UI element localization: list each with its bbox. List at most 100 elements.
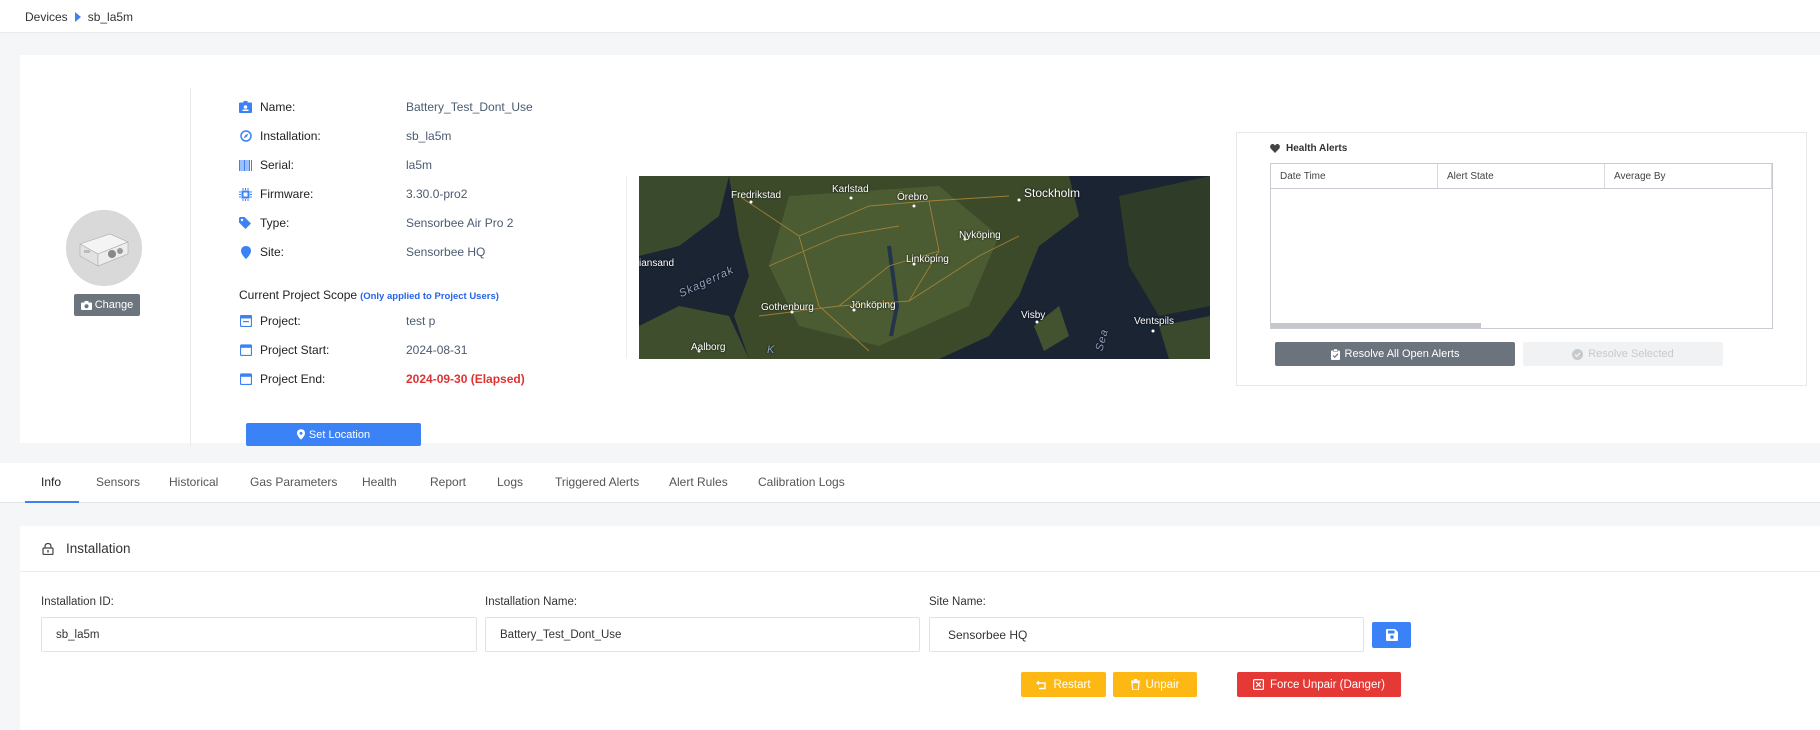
resolve-all-label: Resolve All Open Alerts bbox=[1344, 348, 1460, 360]
installation-title: Installation bbox=[66, 541, 131, 556]
map-label-kristiansand: iansand bbox=[639, 258, 675, 269]
location-map[interactable]: Stockholm Karlstad Örebro Fredrikstad Ny… bbox=[639, 176, 1210, 359]
health-alerts-title-text: Health Alerts bbox=[1286, 143, 1348, 154]
info-row-project-end: Project End: 2024-09-30 (Elapsed) bbox=[239, 370, 525, 388]
tab-triggered-alerts[interactable]: Triggered Alerts bbox=[555, 475, 639, 489]
site-value: Sensorbee HQ bbox=[406, 245, 486, 259]
unpair-label: Unpair bbox=[1145, 678, 1180, 691]
save-button[interactable] bbox=[1372, 622, 1411, 648]
info-row-installation: Installation: sb_la5m bbox=[239, 127, 451, 145]
site-name-input[interactable] bbox=[929, 617, 1364, 652]
device-image-icon bbox=[66, 210, 142, 286]
divider bbox=[190, 88, 191, 446]
tab-bar: Info Sensors Historical Gas Parameters H… bbox=[0, 463, 1820, 503]
map-label-visby: Visby bbox=[1021, 310, 1046, 321]
map-label-karlstad: Karlstad bbox=[832, 184, 869, 195]
breadcrumb-current: sb_la5m bbox=[87, 10, 134, 24]
site-name-label: Site Name: bbox=[929, 596, 986, 608]
chip-icon bbox=[239, 187, 252, 201]
map-label-orebro: Örebro bbox=[897, 192, 929, 203]
calendar-icon bbox=[239, 344, 252, 357]
map-label-linkoping: Linköping bbox=[906, 254, 949, 265]
unpair-button[interactable]: Unpair bbox=[1113, 672, 1197, 697]
calendar-icon bbox=[239, 373, 252, 386]
project-start-value: 2024-08-31 bbox=[406, 343, 468, 357]
tab-logs[interactable]: Logs bbox=[497, 475, 523, 489]
map-label-k: K bbox=[767, 344, 776, 356]
heart-icon bbox=[1270, 144, 1280, 153]
map-pin-icon bbox=[296, 429, 305, 440]
installation-card-header bbox=[20, 526, 1820, 572]
tag-icon bbox=[239, 217, 252, 230]
horizontal-scrollbar[interactable] bbox=[1271, 323, 1481, 328]
installation-id-input[interactable] bbox=[41, 617, 477, 652]
tab-sensors[interactable]: Sensors bbox=[96, 475, 140, 489]
breadcrumb-caret-icon bbox=[74, 12, 81, 22]
map-label-gothenburg: Gothenburg bbox=[761, 302, 814, 313]
tab-report[interactable]: Report bbox=[430, 475, 466, 489]
id-card-icon bbox=[239, 101, 252, 114]
health-alerts-table: Date Time Alert State Average By bbox=[1270, 163, 1773, 329]
map-label-nykoping: Nyköping bbox=[959, 230, 1001, 241]
restart-icon bbox=[1036, 680, 1047, 689]
info-row-serial: Serial: la5m bbox=[239, 156, 432, 174]
resolve-selected-button[interactable]: Resolve Selected bbox=[1523, 342, 1723, 366]
tab-info[interactable]: Info bbox=[41, 475, 61, 489]
check-circle-icon bbox=[1572, 348, 1584, 360]
project-start-label: Project Start: bbox=[260, 343, 330, 357]
camera-icon bbox=[80, 300, 92, 310]
installation-name-label: Installation Name: bbox=[485, 596, 578, 608]
tab-calibration-logs[interactable]: Calibration Logs bbox=[758, 475, 845, 489]
project-icon bbox=[239, 315, 252, 328]
firmware-value: 3.30.0-pro2 bbox=[406, 187, 468, 201]
map-label-jonkoping: Jönköping bbox=[850, 300, 896, 311]
divider bbox=[626, 176, 627, 358]
resolve-all-alerts-button[interactable]: Resolve All Open Alerts bbox=[1275, 342, 1515, 366]
column-header-alert-state[interactable]: Alert State bbox=[1438, 164, 1605, 188]
barcode-icon bbox=[239, 159, 252, 172]
project-scope-heading: Current Project Scope bbox=[239, 288, 358, 302]
floppy-disk-icon bbox=[1385, 629, 1398, 641]
serial-label: Serial: bbox=[260, 158, 295, 172]
tab-gas-parameters[interactable]: Gas Parameters bbox=[250, 475, 337, 489]
project-scope-note: (Only applied to Project Users) bbox=[360, 291, 499, 302]
type-value: Sensorbee Air Pro 2 bbox=[406, 216, 514, 230]
clipboard-check-icon bbox=[1330, 348, 1340, 360]
installation-id-label: Installation ID: bbox=[41, 596, 114, 608]
info-row-project-start: Project Start: 2024-08-31 bbox=[239, 341, 467, 359]
installation-label: Installation: bbox=[260, 129, 321, 143]
compass-icon bbox=[239, 130, 252, 143]
map-label-aalborg: Aalborg bbox=[691, 342, 726, 353]
column-header-average-by[interactable]: Average By bbox=[1605, 164, 1772, 188]
active-tab-indicator bbox=[25, 501, 79, 503]
force-unpair-label: Force Unpair (Danger) bbox=[1269, 678, 1386, 691]
change-photo-button[interactable]: Change bbox=[74, 294, 140, 316]
device-avatar bbox=[66, 210, 142, 286]
tab-historical[interactable]: Historical bbox=[169, 475, 218, 489]
breadcrumb: Devices sb_la5m bbox=[25, 10, 133, 24]
breadcrumb-devices-link[interactable]: Devices bbox=[25, 10, 68, 24]
map-label-ventspils: Ventspils bbox=[1134, 316, 1175, 327]
project-label: Project: bbox=[260, 314, 301, 328]
tab-alert-rules[interactable]: Alert Rules bbox=[669, 475, 728, 489]
force-unpair-button[interactable]: Force Unpair (Danger) bbox=[1237, 672, 1401, 697]
map-label-fredrikstad: Fredrikstad bbox=[731, 190, 782, 201]
restart-button[interactable]: Restart bbox=[1021, 672, 1106, 697]
lock-icon bbox=[42, 542, 54, 558]
info-row-project: Project: test p bbox=[239, 312, 435, 330]
type-label: Type: bbox=[260, 216, 290, 230]
column-header-date-time[interactable]: Date Time bbox=[1271, 164, 1438, 188]
resolve-selected-label: Resolve Selected bbox=[1588, 348, 1674, 360]
installation-name-input[interactable] bbox=[485, 617, 920, 652]
health-alerts-title: Health Alerts bbox=[1270, 143, 1347, 154]
map-pin-icon bbox=[239, 245, 252, 259]
info-row-firmware: Firmware: 3.30.0-pro2 bbox=[239, 185, 467, 203]
tab-health[interactable]: Health bbox=[362, 475, 397, 489]
installation-value: sb_la5m bbox=[406, 129, 452, 143]
change-label: Change bbox=[94, 299, 134, 311]
project-end-value: 2024-09-30 (Elapsed) bbox=[406, 372, 525, 386]
info-row-name: Name: Battery_Test_Dont_Use bbox=[239, 98, 533, 116]
project-scope-title: Current Project Scope (Only applied to Pr… bbox=[239, 288, 499, 302]
name-value: Battery_Test_Dont_Use bbox=[406, 100, 533, 114]
set-location-button[interactable]: Set Location bbox=[246, 423, 421, 446]
